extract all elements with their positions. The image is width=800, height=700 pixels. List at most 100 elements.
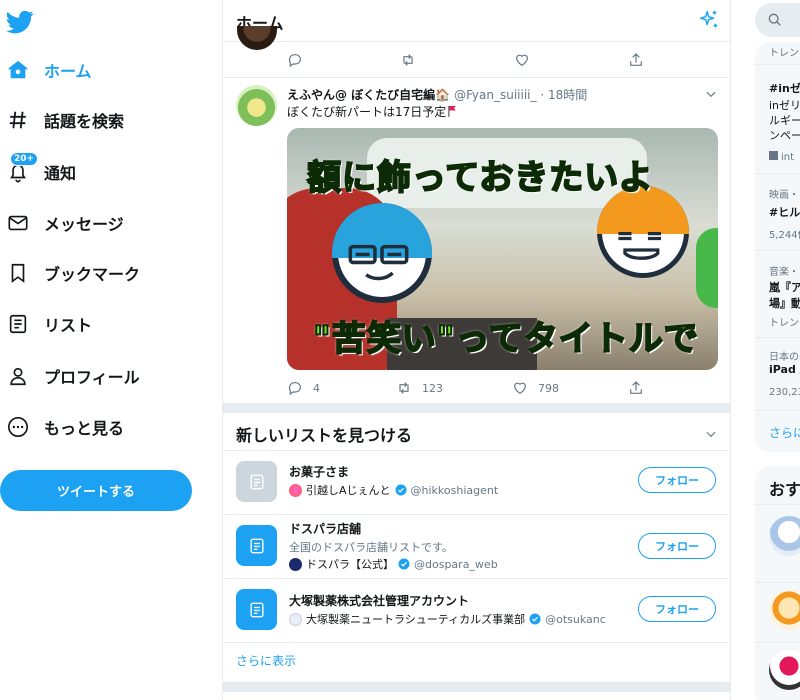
nav-item-label: 話題を検索 <box>44 112 125 131</box>
tweet-header: えふやん@ ぼくたび自宅編🏠 @Fyan_suiiiii_ · 18時間 <box>287 86 587 103</box>
list-item[interactable]: ドスパラ店舗 全国のドスパラ店舗リストです。 ドスパラ【公式】 @dospara… <box>223 515 730 579</box>
list-owner: ドスパラ【公式】 @dospara_web <box>289 556 498 572</box>
retweet-count: 123 <box>422 381 443 395</box>
section-separator <box>223 682 730 692</box>
trends-show-more-link[interactable]: さらに <box>769 424 800 441</box>
show-more-link[interactable]: さらに表示 <box>236 652 296 669</box>
reply-button[interactable] <box>287 52 303 68</box>
reply-button[interactable]: 4 <box>287 380 320 396</box>
previous-tweet-avatar[interactable] <box>237 26 277 50</box>
nav-item-home[interactable]: ホーム <box>6 50 92 90</box>
trend-item-category: 音楽・ <box>769 267 799 278</box>
owner-avatar <box>289 557 302 571</box>
divider <box>755 410 800 411</box>
follow-button[interactable]: フォロー <box>638 467 716 493</box>
image-caption-top: 額に飾っておきたいよ <box>306 157 654 199</box>
reply-icon <box>288 54 301 68</box>
share-button[interactable] <box>628 380 644 396</box>
list-item[interactable]: お菓子さま 引越しAじぇんと @hikkoshiagent フォロー <box>223 451 730 515</box>
trend-item-link[interactable]: int <box>769 151 794 163</box>
divider <box>755 642 800 643</box>
nav-item-profile[interactable]: プロフィール <box>6 356 140 396</box>
right-sidebar: トレン #inゼ inゼリ ルギー ンペー int 映画・ #ヒル 5,244件… <box>731 0 800 700</box>
bookmark-icon <box>6 261 30 285</box>
share-button[interactable] <box>628 52 644 68</box>
trend-item-count: 5,244件 <box>769 230 800 241</box>
trend-item-count: トレン <box>769 318 799 329</box>
verified-badge-icon <box>395 484 407 496</box>
who-to-follow-title: おす <box>769 480 800 499</box>
divider <box>223 77 730 78</box>
chevron-down-icon[interactable] <box>704 426 718 440</box>
trend-item-title[interactable]: 嵐『ア <box>769 279 800 295</box>
trend-item-text: ルギー <box>769 114 800 127</box>
bell-icon: 20+ <box>6 152 39 184</box>
retweet-button[interactable] <box>400 52 416 68</box>
reply-count: 4 <box>313 381 320 395</box>
like-count: 798 <box>538 381 559 395</box>
retweet-icon <box>403 54 413 66</box>
list-owner: 大塚製薬ニュートラシューティカルズ事業部 @otsukanc <box>289 611 606 627</box>
trend-item-title[interactable]: 場』動 <box>769 295 800 311</box>
mail-icon <box>6 211 30 235</box>
retweet-button[interactable]: 123 <box>396 380 443 396</box>
red-flag-icon <box>448 105 457 117</box>
owner-name: 引越しAじぇんと <box>306 484 391 497</box>
suggested-user-avatar[interactable] <box>769 516 800 556</box>
divider <box>755 582 800 583</box>
chevron-down-icon[interactable] <box>704 86 718 100</box>
follow-button[interactable]: フォロー <box>638 533 716 559</box>
notification-badge: 20+ <box>10 152 39 166</box>
list-icon <box>236 461 277 502</box>
section-separator <box>223 403 730 413</box>
trend-item-count: 230,23 <box>769 387 800 398</box>
divider <box>755 64 800 65</box>
person-icon <box>6 364 30 388</box>
tweet-author-avatar[interactable] <box>236 85 277 126</box>
trend-item-title[interactable]: #ヒル <box>769 204 800 220</box>
tweet-text: ぼくたび新パートは17日予定 <box>287 103 457 120</box>
verified-badge-icon <box>398 558 410 570</box>
tweet-author-name[interactable]: えふやん@ ぼくたび自宅編🏠 <box>287 88 450 102</box>
trend-item-title[interactable]: iPad / <box>769 363 800 376</box>
nav-item-label: ホーム <box>44 62 92 81</box>
like-button[interactable] <box>514 52 530 68</box>
nav-item-notifications[interactable]: 20+ 通知 <box>6 152 76 192</box>
nav-item-more[interactable]: もっと見る <box>6 407 124 447</box>
reply-icon <box>288 382 301 396</box>
trend-link-text: int <box>781 152 795 163</box>
divider <box>755 250 800 251</box>
twitter-home-page: ホーム 話題を検索 20+ 通知 メッセージ ブックマーク リスト プロフィール… <box>0 0 800 700</box>
search-input[interactable] <box>755 3 800 37</box>
list-owner: 引越しAじぇんと @hikkoshiagent <box>289 482 498 498</box>
suggested-user-avatar[interactable] <box>769 650 800 690</box>
list-item[interactable]: 大塚製薬株式会社管理アカウント 大塚製薬ニュートラシューティカルズ事業部 @ot… <box>223 579 730 643</box>
divider <box>755 504 800 505</box>
twitter-logo-icon[interactable] <box>6 8 34 36</box>
owner-handle: @hikkoshiagent <box>410 483 499 497</box>
nav-item-bookmarks[interactable]: ブックマーク <box>6 253 140 293</box>
divider <box>755 173 800 174</box>
follow-button[interactable]: フォロー <box>638 596 716 622</box>
tweet-text-body: ぼくたび新パートは17日予定 <box>287 105 447 119</box>
suggested-user-avatar[interactable] <box>769 590 800 630</box>
list-name: ドスパラ店舗 <box>289 522 362 536</box>
cartoon-face-orange <box>597 186 689 278</box>
image-green-shape <box>696 228 718 308</box>
list-icon <box>6 312 30 336</box>
nav-item-label: ブックマーク <box>44 265 141 284</box>
owner-handle: @otsukanc <box>545 612 606 626</box>
nav-item-label: リスト <box>44 316 93 335</box>
sparkle-icon[interactable] <box>698 9 720 31</box>
tweet-author-handle[interactable]: @Fyan_suiiiii_ · 18時間 <box>454 88 587 102</box>
trend-item-title[interactable]: #inゼ <box>769 80 800 96</box>
nav-item-messages[interactable]: メッセージ <box>6 203 124 243</box>
nav-item-lists[interactable]: リスト <box>6 304 92 344</box>
tweet-button[interactable]: ツイートする <box>0 470 192 511</box>
more-icon <box>6 415 30 439</box>
like-button[interactable]: 798 <box>512 380 559 396</box>
owner-avatar <box>289 612 302 626</box>
tweet-image[interactable]: 額に飾っておきたいよ "苦笑い"ってタイトルで <box>287 128 718 370</box>
divider <box>755 337 800 338</box>
nav-item-explore[interactable]: 話題を検索 <box>6 100 124 140</box>
